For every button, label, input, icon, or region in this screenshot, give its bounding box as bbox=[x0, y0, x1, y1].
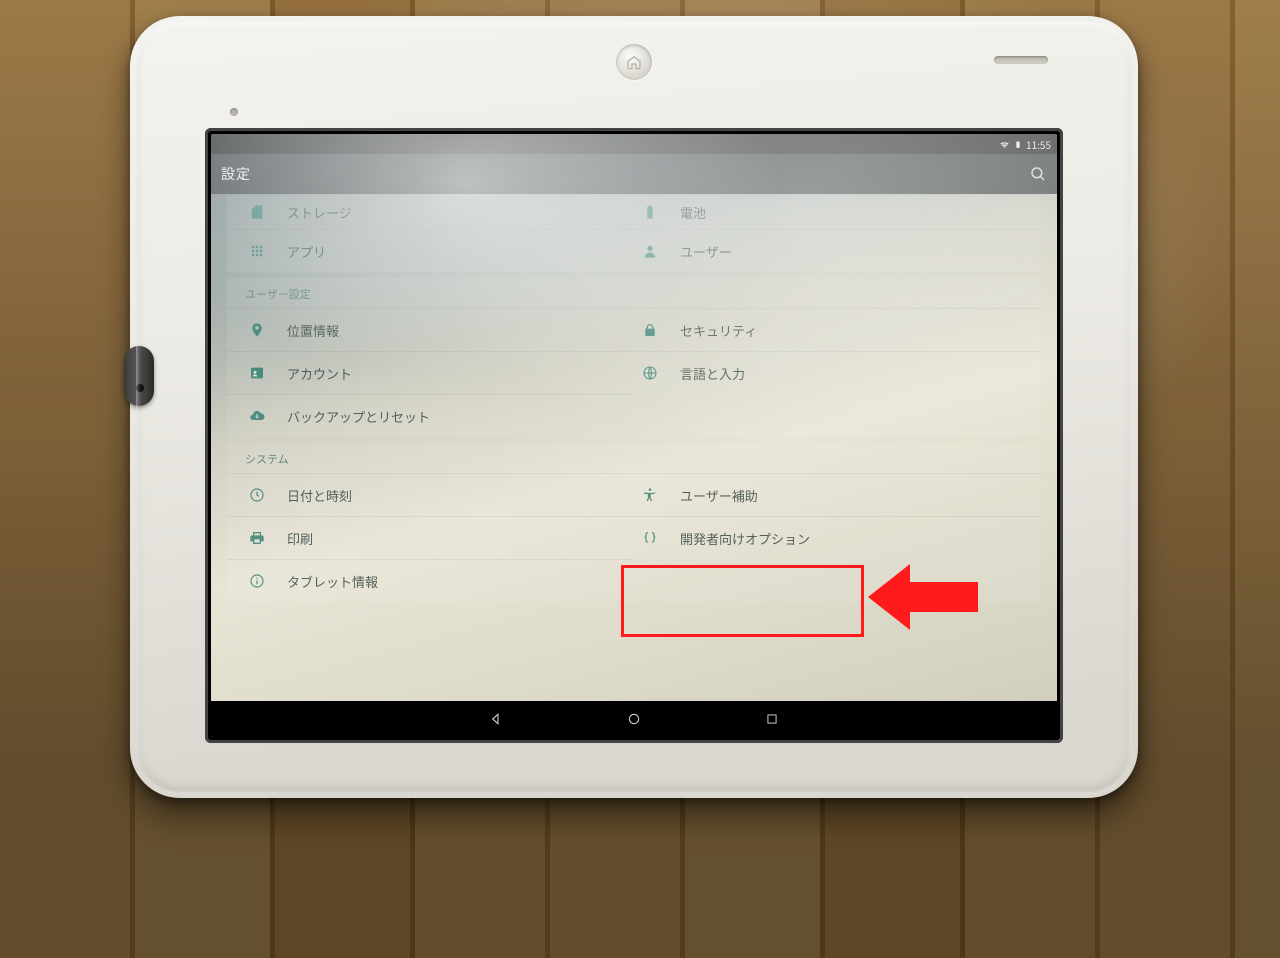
row-account[interactable]: アカウント bbox=[227, 351, 634, 394]
section-heading: システム bbox=[227, 443, 1041, 473]
wifi-icon bbox=[999, 139, 1010, 150]
row-label: タブレット情報 bbox=[287, 572, 378, 591]
back-button[interactable] bbox=[487, 710, 505, 728]
search-icon[interactable] bbox=[1029, 165, 1047, 183]
lock-icon bbox=[640, 320, 660, 340]
row-print[interactable]: 印刷 bbox=[227, 516, 634, 559]
row-label: 日付と時刻 bbox=[287, 486, 352, 505]
row-label: 言語と入力 bbox=[680, 364, 745, 383]
android-display: 11:55 設定 bbox=[211, 134, 1057, 737]
clock-icon bbox=[247, 485, 267, 505]
backup-icon bbox=[247, 406, 267, 426]
row-apps[interactable]: アプリ bbox=[227, 229, 634, 272]
account-icon bbox=[247, 363, 267, 383]
side-slot bbox=[124, 346, 154, 406]
row-label: 電池 bbox=[680, 203, 706, 222]
section-device: ストレージ アプリ bbox=[227, 194, 1041, 272]
info-icon bbox=[247, 571, 267, 591]
row-backup[interactable]: バックアップとリセット bbox=[227, 394, 634, 437]
row-label: 開発者向けオプション bbox=[680, 529, 810, 548]
user-icon bbox=[640, 241, 660, 261]
navigation-bar bbox=[211, 701, 1057, 737]
screen-glare bbox=[211, 134, 1057, 737]
appbar-title: 設定 bbox=[221, 164, 251, 184]
annotation-highlight-box bbox=[621, 565, 864, 637]
apps-icon bbox=[247, 241, 267, 261]
row-accessibility[interactable]: ユーザー補助 bbox=[634, 473, 1041, 516]
row-label: バックアップとリセット bbox=[287, 407, 430, 426]
screen-bezel: 11:55 設定 bbox=[205, 128, 1063, 743]
row-label: セキュリティ bbox=[680, 321, 757, 340]
row-security[interactable]: セキュリティ bbox=[634, 308, 1041, 351]
status-bar: 11:55 bbox=[211, 134, 1057, 154]
globe-icon bbox=[640, 363, 660, 383]
sd-card-icon bbox=[247, 202, 267, 222]
row-language[interactable]: 言語と入力 bbox=[634, 351, 1041, 394]
row-datetime[interactable]: 日付と時刻 bbox=[227, 473, 634, 516]
section-user-settings: ユーザー設定 位置情報 bbox=[227, 278, 1041, 437]
recents-button[interactable] bbox=[763, 710, 781, 728]
row-label: アプリ bbox=[287, 242, 326, 261]
led-indicator bbox=[230, 108, 238, 116]
row-storage[interactable]: ストレージ bbox=[227, 194, 634, 229]
status-time: 11:55 bbox=[1026, 137, 1051, 152]
print-icon bbox=[247, 528, 267, 548]
row-label: 印刷 bbox=[287, 529, 313, 548]
speaker-grille bbox=[994, 56, 1048, 64]
home-nav-button[interactable] bbox=[625, 710, 643, 728]
app-bar: 設定 bbox=[211, 154, 1057, 194]
row-developer-options[interactable]: 開発者向けオプション bbox=[634, 516, 1041, 559]
section-heading: ユーザー設定 bbox=[227, 278, 1041, 308]
location-icon bbox=[247, 320, 267, 340]
accessibility-icon bbox=[640, 485, 660, 505]
row-label: ユーザー bbox=[680, 242, 732, 261]
row-label: アカウント bbox=[287, 364, 352, 383]
row-label: ストレージ bbox=[287, 203, 352, 222]
row-about[interactable]: タブレット情報 bbox=[227, 559, 634, 602]
tablet-device: 11:55 設定 bbox=[130, 16, 1138, 798]
annotation-arrow bbox=[868, 552, 978, 642]
home-button[interactable] bbox=[616, 44, 652, 80]
row-location[interactable]: 位置情報 bbox=[227, 308, 634, 351]
row-battery[interactable]: 電池 bbox=[634, 194, 1041, 229]
battery-status-icon bbox=[1014, 139, 1022, 150]
row-users[interactable]: ユーザー bbox=[634, 229, 1041, 272]
battery-icon bbox=[640, 202, 660, 222]
row-label: ユーザー補助 bbox=[680, 486, 758, 505]
row-label: 位置情報 bbox=[287, 321, 339, 340]
braces-icon bbox=[640, 528, 660, 548]
